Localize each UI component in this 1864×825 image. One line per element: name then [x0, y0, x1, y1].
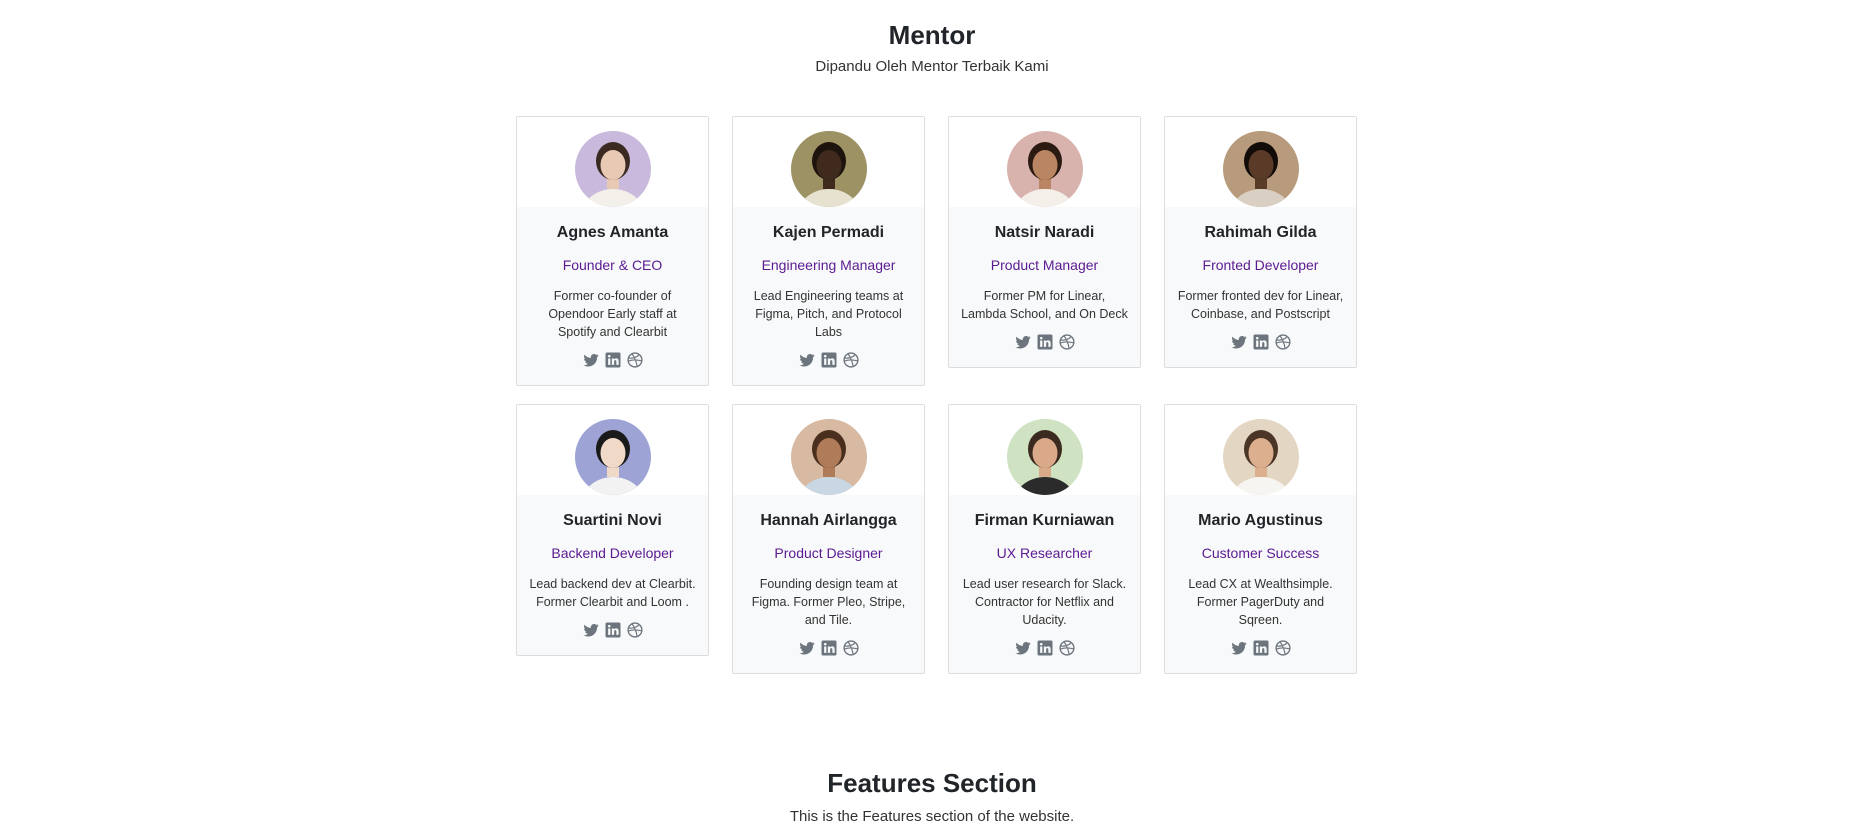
social-links [733, 639, 924, 657]
avatar [574, 419, 651, 495]
linkedin-icon[interactable] [1252, 333, 1270, 351]
card-avatar-area [1165, 117, 1356, 207]
dribbble-icon[interactable] [842, 639, 860, 657]
mentor-section-title: Mentor [888, 20, 976, 50]
mentor-description: Lead user research for Slack. Contractor… [962, 577, 1127, 627]
mentor-card: Hannah Airlangga Product Designer Foundi… [732, 404, 925, 674]
mentor-name: Kajen Permadi [772, 224, 885, 241]
mentor-description: Founding design team at Figma. Former Pl… [751, 577, 906, 627]
mentor-name: Firman Kurniawan [974, 512, 1115, 529]
mentor-role: Engineering Manager [761, 257, 896, 273]
card-avatar-area [949, 117, 1140, 207]
features-section-subtitle: This is the Features section of the webs… [789, 808, 1075, 825]
linkedin-icon[interactable] [820, 639, 838, 657]
mentor-role: Customer Success [1201, 545, 1320, 561]
mentor-description: Lead CX at Wealthsimple. Former PagerDut… [1188, 577, 1333, 627]
mentor-section-subtitle: Dipandu Oleh Mentor Terbaik Kami [815, 58, 1049, 75]
mentor-card: Kajen Permadi Engineering Manager Lead E… [732, 116, 925, 386]
mentor-name: Mario Agustinus [1198, 512, 1323, 529]
dribbble-icon[interactable] [626, 621, 644, 639]
mentor-description: Former co-founder of Opendoor Early staf… [548, 289, 677, 339]
mentor-grid: Agnes Amanta Founder & CEO Former co-fou… [516, 116, 1357, 674]
card-avatar-area [517, 117, 708, 207]
linkedin-icon[interactable] [1252, 639, 1270, 657]
card-avatar-area [949, 405, 1140, 495]
linkedin-icon[interactable] [1036, 639, 1054, 657]
card-avatar-area [1165, 405, 1356, 495]
mentor-name: Agnes Amanta [556, 224, 669, 241]
mentor-card: Mario Agustinus Customer Success Lead CX… [1164, 404, 1357, 674]
dribbble-icon[interactable] [1274, 639, 1292, 657]
mentor-role: Fronted Developer [1202, 257, 1319, 273]
mentor-role: Product Manager [990, 257, 1099, 273]
avatar [1006, 131, 1083, 207]
card-avatar-area [733, 117, 924, 207]
mentor-name: Natsir Naradi [994, 224, 1095, 241]
dribbble-icon[interactable] [1274, 333, 1292, 351]
mentor-description: Former PM for Linear, Lambda School, and… [961, 289, 1128, 321]
twitter-icon[interactable] [1230, 333, 1248, 351]
mentor-card: Firman Kurniawan UX Researcher Lead user… [948, 404, 1141, 674]
mentor-description: Lead backend dev at Clearbit. Former Cle… [529, 577, 696, 609]
twitter-icon[interactable] [798, 639, 816, 657]
social-links [517, 351, 708, 369]
mentor-name: Suartini Novi [563, 512, 662, 529]
avatar [790, 419, 867, 495]
dribbble-icon[interactable] [1058, 333, 1076, 351]
mentor-role: Backend Developer [551, 545, 674, 561]
mentor-description: Lead Engineering teams at Figma, Pitch, … [753, 289, 904, 339]
mentor-role: Founder & CEO [562, 257, 663, 273]
linkedin-icon[interactable] [604, 351, 622, 369]
twitter-icon[interactable] [798, 351, 816, 369]
mentor-name: Hannah Airlangga [760, 512, 897, 529]
social-links [949, 333, 1140, 351]
avatar [574, 131, 651, 207]
mentor-card: Rahimah Gilda Fronted Developer Former f… [1164, 116, 1357, 368]
card-avatar-area [517, 405, 708, 495]
avatar [1222, 131, 1299, 207]
twitter-icon[interactable] [582, 621, 600, 639]
social-links [1165, 333, 1356, 351]
mentor-role: Product Designer [774, 545, 883, 561]
twitter-icon[interactable] [1230, 639, 1248, 657]
social-links [733, 351, 924, 369]
dribbble-icon[interactable] [626, 351, 644, 369]
linkedin-icon[interactable] [1036, 333, 1054, 351]
social-links [517, 621, 708, 639]
avatar [790, 131, 867, 207]
avatar [1222, 419, 1299, 495]
twitter-icon[interactable] [582, 351, 600, 369]
mentor-description: Former fronted dev for Linear, Coinbase,… [1177, 289, 1344, 321]
avatar [1006, 419, 1083, 495]
linkedin-icon[interactable] [604, 621, 622, 639]
twitter-icon[interactable] [1014, 333, 1032, 351]
mentor-card: Agnes Amanta Founder & CEO Former co-fou… [516, 116, 709, 386]
dribbble-icon[interactable] [1058, 639, 1076, 657]
dribbble-icon[interactable] [842, 351, 860, 369]
social-links [949, 639, 1140, 657]
social-links [1165, 639, 1356, 657]
mentor-card: Suartini Novi Backend Developer Lead bac… [516, 404, 709, 656]
mentor-role: UX Researcher [996, 545, 1093, 561]
features-section-title: Features Section [827, 768, 1037, 798]
linkedin-icon[interactable] [820, 351, 838, 369]
twitter-icon[interactable] [1014, 639, 1032, 657]
mentor-name: Rahimah Gilda [1204, 224, 1317, 241]
card-avatar-area [733, 405, 924, 495]
mentor-card: Natsir Naradi Product Manager Former PM … [948, 116, 1141, 368]
